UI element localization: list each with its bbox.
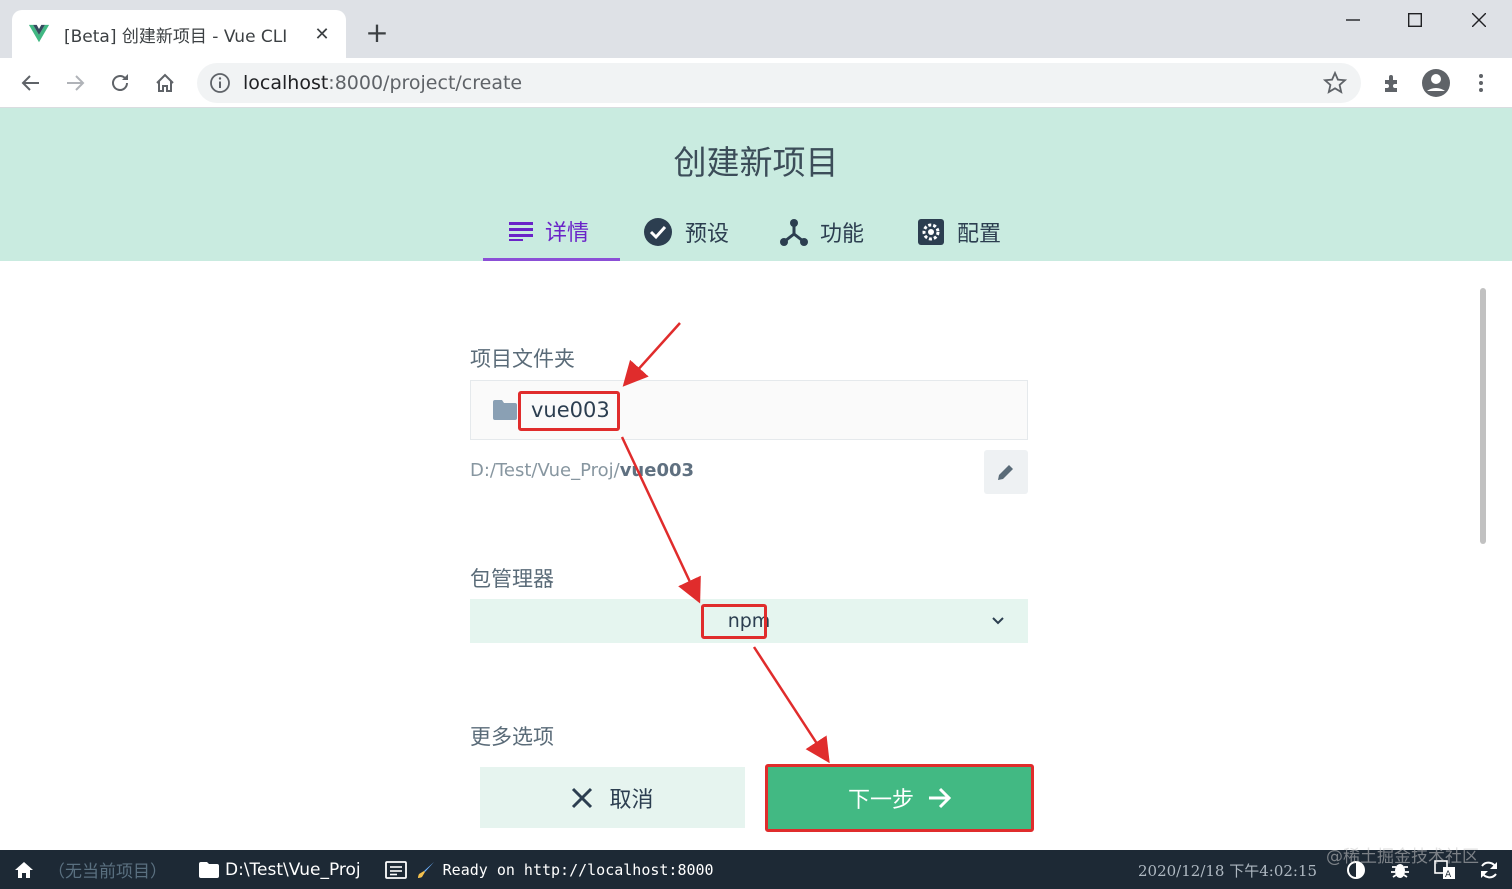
annotation-arrow-folder bbox=[622, 322, 681, 387]
window-close-icon[interactable] bbox=[1456, 6, 1502, 34]
annotation-arrow-pm bbox=[620, 436, 701, 604]
maximize-icon[interactable] bbox=[1392, 6, 1438, 34]
back-icon[interactable] bbox=[16, 68, 46, 98]
status-datetime: 2020/12/18 下午4:02:15 bbox=[1138, 862, 1318, 880]
watermark-text: @稀土掘金技术社区 bbox=[1326, 847, 1479, 867]
cwd-text: D:\Test\Vue_Proj bbox=[225, 859, 361, 880]
page-header: 创建新项目 详情 预设 功能 配置 bbox=[0, 108, 1512, 261]
browser-toolbar: localhost:8000/project/create bbox=[0, 58, 1512, 108]
page-title: 创建新项目 bbox=[673, 143, 839, 182]
tab-details-label: 详情 bbox=[545, 220, 590, 246]
address-bar[interactable]: localhost:8000/project/create bbox=[197, 63, 1361, 103]
vue-logo-icon bbox=[28, 24, 50, 43]
tab-features[interactable]: 功能 bbox=[780, 203, 864, 261]
tab-title: [Beta] 创建新项目 - Vue CLI bbox=[64, 26, 288, 47]
current-project-status[interactable]: （无当前项目） bbox=[48, 857, 167, 882]
scrollbar[interactable] bbox=[1480, 288, 1486, 544]
settings-icon bbox=[918, 219, 944, 245]
bookmark-star-icon[interactable] bbox=[1323, 71, 1347, 95]
fork-icon bbox=[780, 219, 808, 246]
tab-presets-label: 预设 bbox=[685, 222, 730, 247]
tab-config-label: 配置 bbox=[957, 222, 1002, 247]
status-bar: （无当前项目） D:\Test\Vue_Proj Ready on http:/… bbox=[0, 850, 1512, 889]
home-icon[interactable] bbox=[150, 68, 180, 98]
site-info-icon[interactable] bbox=[209, 72, 231, 94]
tab-features-label: 功能 bbox=[820, 222, 865, 247]
profile-avatar-icon[interactable] bbox=[1421, 68, 1451, 98]
forward-icon[interactable] bbox=[60, 68, 90, 98]
reload-icon[interactable] bbox=[105, 68, 135, 98]
home-icon[interactable] bbox=[14, 861, 34, 879]
folder-icon bbox=[199, 861, 219, 878]
refresh-icon[interactable] bbox=[1478, 860, 1500, 880]
minimize-icon[interactable] bbox=[1330, 6, 1376, 34]
console-log-icon[interactable] bbox=[384, 860, 407, 879]
new-tab-icon[interactable]: + bbox=[362, 18, 392, 48]
brush-icon bbox=[417, 861, 434, 878]
form-content: 项目文件夹 D:/Test/Vue_Proj/vue003 包管理器 npm 更… bbox=[0, 261, 1512, 849]
tab-config[interactable]: 配置 bbox=[917, 203, 1001, 261]
cwd-item[interactable]: D:\Test\Vue_Proj bbox=[199, 860, 361, 880]
browser-tab-bar: [Beta] 创建新项目 - Vue CLI ✕ + bbox=[0, 0, 1512, 58]
browser-menu-icon[interactable] bbox=[1466, 68, 1496, 98]
check-circle-icon bbox=[644, 218, 672, 246]
url-host: localhost bbox=[243, 72, 329, 94]
last-log-message: Ready on http://localhost:8000 bbox=[442, 860, 714, 879]
svg-text:A: A bbox=[1445, 870, 1452, 880]
tab-close-icon[interactable]: ✕ bbox=[312, 24, 332, 45]
annotation-arrow-next bbox=[752, 646, 830, 764]
browser-tab[interactable]: [Beta] 创建新项目 - Vue CLI ✕ bbox=[12, 10, 346, 58]
extensions-icon[interactable] bbox=[1377, 68, 1407, 98]
tab-presets[interactable]: 预设 bbox=[643, 203, 729, 261]
tab-details[interactable]: 详情 bbox=[483, 203, 620, 261]
annotation-arrows bbox=[620, 322, 830, 764]
url-path: :8000/project/create bbox=[328, 72, 523, 94]
details-list-icon bbox=[509, 221, 533, 241]
